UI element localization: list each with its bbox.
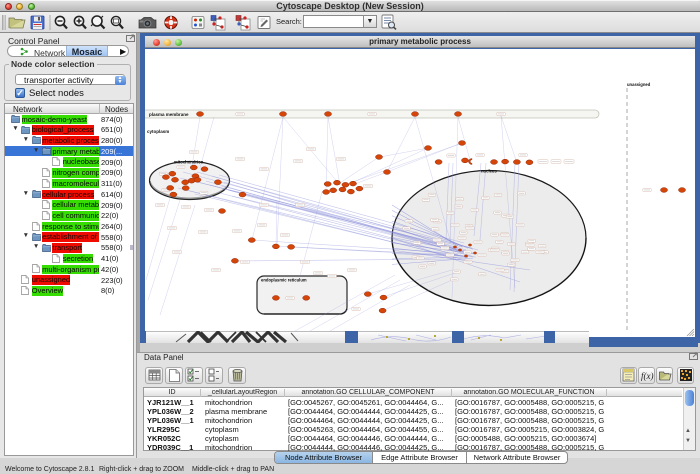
svg-text:f(x): f(x)	[641, 371, 654, 381]
svg-text:endoplasmic reticulum: endoplasmic reticulum	[261, 278, 307, 283]
svg-text:mitochondrion: mitochondrion	[174, 160, 204, 165]
svg-text:plasma membrane: plasma membrane	[149, 112, 189, 117]
svg-text:unassigned: unassigned	[627, 82, 651, 87]
svg-text:nucleus: nucleus	[481, 169, 497, 174]
svg-text:cytoplasm: cytoplasm	[147, 129, 169, 134]
